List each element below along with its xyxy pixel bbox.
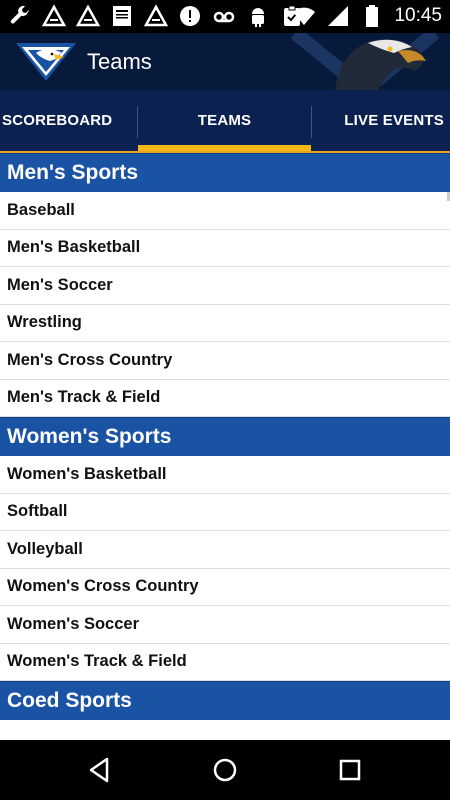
teams-list[interactable]: Men's Sports Baseball Men's Basketball M… [0,153,450,740]
team-name: Wrestling [7,313,82,332]
signal-icon [328,6,349,26]
battery-icon [366,5,379,27]
team-name: Men's Basketball [7,238,141,257]
team-name: Women's Track & Field [7,652,187,671]
section-title: Men's Sports [7,161,139,184]
tab-live-events[interactable]: LIVE EVENTS [312,90,450,151]
home-icon[interactable] [210,755,240,785]
list-item[interactable]: Men's Cross Country [0,342,450,380]
tab-label: SCOREBOARD [2,112,113,129]
system-nav-bar [0,740,450,800]
eagle-mascot-watermark [280,33,450,90]
team-name: Women's Soccer [7,614,139,633]
list-item[interactable]: Men's Track & Field [0,380,450,417]
back-icon[interactable] [85,755,115,785]
team-name: Women's Basketball [7,464,167,483]
list-item[interactable]: Men's Basketball [0,230,450,267]
team-name: Men's Cross Country [7,350,173,369]
tab-teams[interactable]: TEAMS [138,90,311,151]
recents-icon[interactable] [335,755,365,785]
android-icon [252,8,264,27]
list-item[interactable]: Volleyball [0,531,450,569]
section-title: Women's Sports [7,425,172,448]
news-icon [113,6,131,26]
team-name: Volleyball [7,539,83,558]
section-title: Coed Sports [7,689,132,712]
list-item[interactable]: Women's Cross Country [0,569,450,606]
selected-tab-indicator [138,145,311,151]
clock: 10:45 [394,5,442,26]
status-bar: 10:45 [0,0,450,33]
team-name: Softball [7,502,68,521]
page-title: Teams [87,49,152,74]
list-item[interactable]: Men's Soccer [0,267,450,305]
list-item[interactable]: Women's Basketball [0,456,450,494]
notification-icons [8,4,304,28]
tab-bar: SCOREBOARD TEAMS LIVE EVENTS [0,90,450,153]
wifi-icon [293,7,316,25]
tab-label: TEAMS [197,112,252,129]
alert-icon [180,6,200,26]
eagle-logo[interactable] [14,39,78,83]
list-item[interactable]: Baseball [0,192,450,230]
triangle-notification-icon [42,4,66,27]
section-header-coed-sports: Coed Sports [0,681,450,720]
tab-scoreboard[interactable]: SCOREBOARD [0,90,137,151]
list-item[interactable]: Wrestling [0,305,450,342]
list-item[interactable]: Softball [0,494,450,531]
voicemail-icon [213,11,235,23]
triangle-notification-icon [144,4,168,27]
section-header-mens-sports: Men's Sports [0,153,450,192]
triangle-notification-icon [76,4,100,27]
wrench-icon [10,5,29,24]
team-name: Baseball [7,200,75,219]
list-item[interactable]: Women's Soccer [0,606,450,644]
app-bar: Teams [0,33,450,90]
section-header-womens-sports: Women's Sports [0,417,450,456]
team-name: Women's Cross Country [7,577,199,596]
system-icons: 10:45 [292,4,442,28]
team-name: Men's Soccer [7,275,113,294]
team-name: Men's Track & Field [7,388,161,407]
list-item[interactable]: Women's Track & Field [0,644,450,681]
tab-label: LIVE EVENTS [344,112,444,129]
